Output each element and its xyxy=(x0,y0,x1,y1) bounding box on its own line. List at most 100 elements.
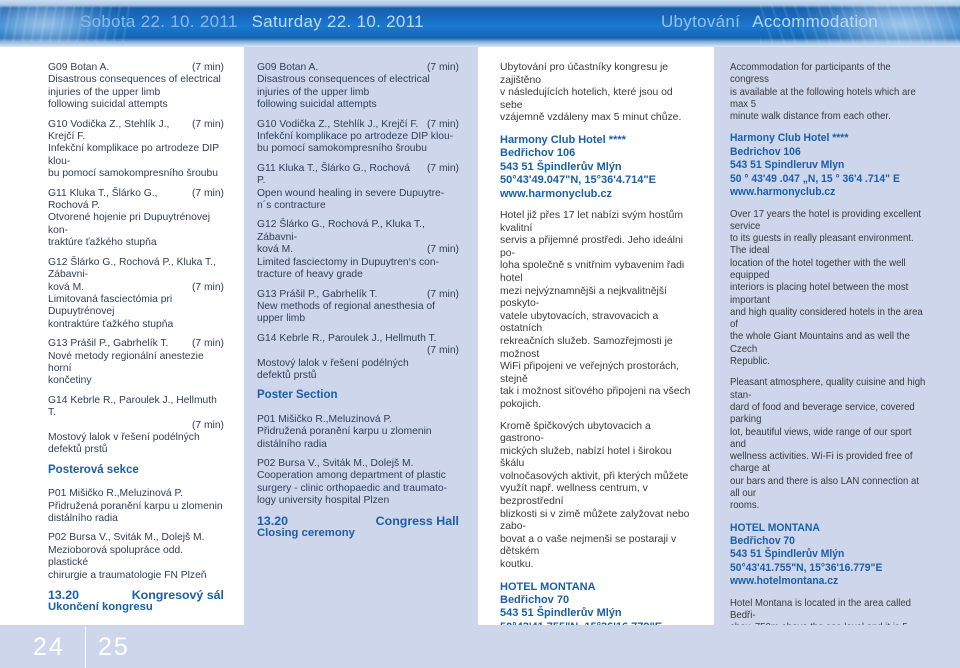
footer-divider xyxy=(85,627,86,668)
entry-authors: Šlárko G., Rochová P., Kluka T., Zábavni… xyxy=(48,256,216,281)
desc-line: location of the hotel together with the … xyxy=(730,257,906,281)
entry-duration: (7 min) xyxy=(426,288,459,300)
poster-authors: Mišičko R.,Meluzinová P. xyxy=(278,413,392,425)
intro-line: Accommodation for participants of the co… xyxy=(730,62,891,86)
intro-line: Ubytování pro účastníky kongresu je zaji… xyxy=(500,62,669,86)
header-topic-cz: Ubytování xyxy=(660,12,741,31)
desc-line: pokojich. xyxy=(500,398,542,410)
hotel-website-link[interactable]: www.harmonyclub.cz xyxy=(500,188,696,201)
desc-line: and high quality considered hotels in th… xyxy=(730,306,923,331)
poster-code: P01 xyxy=(48,488,67,500)
entry-title-line: upper limb xyxy=(257,313,306,325)
hotel-name: Harmony Club Hotel **** xyxy=(500,133,626,146)
accommodation-intro: Ubytování pro účastníky kongresu je zaji… xyxy=(500,62,696,125)
header-date: Sobota 22. 10. 2011 Saturday 22. 10. 2011 xyxy=(80,12,424,32)
closing-time-row: 13.20 Congress Hall xyxy=(257,514,459,527)
hotel-city: 543 51 Špindlerův Mlýn xyxy=(500,160,622,173)
entry-code: G09 xyxy=(48,62,68,73)
hotel-harmony-address: Harmony Club Hotel **** Bedrichov 106 54… xyxy=(730,132,929,199)
entry-authors-cont: ková M. xyxy=(48,281,85,293)
entry-authors: Vodička Z., Stehlík J., Krejčí F. xyxy=(48,118,170,143)
desc-line: our bars and there is also LAN connectio… xyxy=(730,475,919,500)
desc-line: Kromě špičkových ubytovacich a gastrono- xyxy=(500,420,651,445)
entry-duration: (7 min) xyxy=(191,419,224,431)
hotel-coordinates: 50°43'41.755"N, 15°36'16.779"E xyxy=(730,561,883,574)
entry-title-line: kontraktúre ťažkého stupňa xyxy=(48,318,174,330)
entry-title-line: bu pomocí samokompresního šroubu xyxy=(257,143,427,155)
hotel-coordinates: 50°43'49.047"N, 15°36'4.714"E xyxy=(500,174,656,187)
hotel-website-link[interactable]: www.harmonyclub.cz xyxy=(730,186,929,199)
entry-duration: (7 min) xyxy=(426,162,459,174)
entry-code: G11 xyxy=(48,187,67,199)
page-footer xyxy=(0,625,960,668)
desc-line: tak i možnost siťového připojeni na všec… xyxy=(500,386,691,398)
programme-entry: G09 Botan A. (7 min) Disastrous conseque… xyxy=(48,62,224,112)
entry-title-line: Limitovaná fasciectómia pri Dupuytrénove… xyxy=(48,293,173,318)
hotel-street: Bedrichov 106 xyxy=(730,145,801,158)
desc-line: to its guests in really pleasant environ… xyxy=(730,233,914,257)
desc-line: lot, beautiful views, wide range of our … xyxy=(730,426,912,450)
entry-duration: (7 min) xyxy=(191,62,224,73)
programme-entry: G09 Botan A. (7 min) Disastrous conseque… xyxy=(257,62,459,112)
poster-code: P01 xyxy=(257,413,276,425)
programme-entry: G14 Kebrle R., Paroulek J., Hellmuth T. … xyxy=(48,395,224,457)
desc-line: Pleasant atmosphere, quality cuisine and… xyxy=(730,377,926,401)
desc-line: Hotel již přes 17 let nabízi svým hostům… xyxy=(500,210,684,234)
programme-entry: G13 Prášil P., Gabrhelík T. (7 min) New … xyxy=(257,289,459,326)
desc-line: Hotel Montana is located in the area cal… xyxy=(730,597,912,621)
entry-title-line: defektů prstů xyxy=(48,444,108,456)
entry-code: G12 xyxy=(48,256,68,268)
desc-line: využít např. wellness centrum, v bezpros… xyxy=(500,483,648,508)
poster-title-line: surgery - clinic orthopaedic and traumat… xyxy=(257,482,448,494)
entry-title-line: traktúre ťažkého stupňa xyxy=(48,237,157,249)
programme-entry: G10 Vodička Z., Stehlík J., Krejčí F. (7… xyxy=(48,119,224,181)
entry-title-line: n´s contracture xyxy=(257,200,326,212)
poster-entry: P01 Mišičko R.,Meluzinová P. Přidružená … xyxy=(257,414,459,451)
entry-authors-cont: ková M. xyxy=(257,244,294,256)
desc-line: volnočasových aktivit, při kterých můžet… xyxy=(500,470,689,482)
hotel-website-link[interactable]: www.hotelmontana.cz xyxy=(730,575,929,588)
entry-code: G14 xyxy=(48,394,68,406)
poster-section-title: Poster Section xyxy=(257,389,338,402)
intro-line: v následujících hotelich, které jsou od … xyxy=(500,87,673,111)
entry-title-line: Otvorené hojenie pri Dupuytrénovej kon- xyxy=(48,212,210,236)
entry-code: G10 xyxy=(48,118,68,130)
hotel-name: HOTEL MONTANA xyxy=(500,580,596,593)
poster-authors: Bursa V., Sviták M., Dolejš M. xyxy=(69,532,205,544)
entry-authors: Vodička Z., Stehlík J., Krejčí F. xyxy=(279,118,419,130)
entry-title-line: Open wound healing in severe Dupuytre- xyxy=(257,187,445,199)
desc-line: wellness activities. Wi-Fi is provided f… xyxy=(730,451,913,475)
entry-authors: Botan A. xyxy=(279,62,319,73)
closing-label: Ukončení kongresu xyxy=(48,601,153,614)
desc-line: blizkosti si v zimě můžete zalyžovat neb… xyxy=(500,508,690,533)
poster-code: P02 xyxy=(257,457,276,469)
entry-title-line: Mostový lalok v řešení podélných xyxy=(48,431,200,443)
page-root: Sobota 22. 10. 2011 Saturday 22. 10. 2011… xyxy=(0,0,960,668)
desc-line: bovat a o vaše nejmenši se postaraji v d… xyxy=(500,533,677,558)
entry-duration: (7 min) xyxy=(191,118,224,130)
entry-authors: Prášil P., Gabrhelík T. xyxy=(70,338,169,350)
desc-line: the whole Giant Mountains and as well th… xyxy=(730,331,910,355)
entry-title-line: bu pomocí samokompresního šroubu xyxy=(48,168,218,180)
entry-title-line: following suicidal attempts xyxy=(257,99,377,111)
desc-line: dard of food and beverage service, cover… xyxy=(730,401,915,426)
desc-line: mických služeb, nabízí hotel i širokou š… xyxy=(500,445,672,470)
intro-line: vzájemně vzdáleny max 5 minut chůze. xyxy=(500,112,682,124)
hotel-harmony-address: Harmony Club Hotel **** Bedřichov 106 54… xyxy=(500,134,696,201)
hotel-city: 543 51 Špindlerův Mlýn xyxy=(730,548,845,561)
hotel-harmony-description-2: Kromě špičkových ubytovacich a gastrono-… xyxy=(500,421,696,572)
poster-title-line: Přidružená poranění karpu u zlomenin xyxy=(48,500,223,512)
poster-entry: P01 Mišičko R.,Meluzinová P. Přidružená … xyxy=(48,488,224,525)
hotel-name: Harmony Club Hotel **** xyxy=(730,132,849,145)
programme-entry: G10 Vodička Z., Stehlík J., Krejčí F. (7… xyxy=(257,119,459,156)
entry-authors: Kluka T., Šlárko G., Rochová P. xyxy=(257,162,411,187)
desc-line: interiors is placing hotel between the m… xyxy=(730,282,909,306)
hotel-harmony-description: Hotel již přes 17 let nabízi svým hostům… xyxy=(500,210,696,412)
hotel-coordinates: 50 ° 43'49 .047 „N, 15 ° 36'4 .714" E xyxy=(730,172,900,185)
desc-line: Republic. xyxy=(730,356,770,368)
entry-title-line: Disastrous consequences of electrical xyxy=(257,74,430,86)
entry-authors: Kebrle R., Paroulek J., Hellmuth T. xyxy=(48,394,217,419)
entry-title-line: Limited fasciectomy in Dupuytren‘s con- xyxy=(257,256,439,268)
programme-entry: G12 Šlárko G., Rochová P., Kluka T., Záb… xyxy=(257,219,459,281)
programme-entry: G12 Šlárko G., Rochová P., Kluka T., Záb… xyxy=(48,257,224,331)
